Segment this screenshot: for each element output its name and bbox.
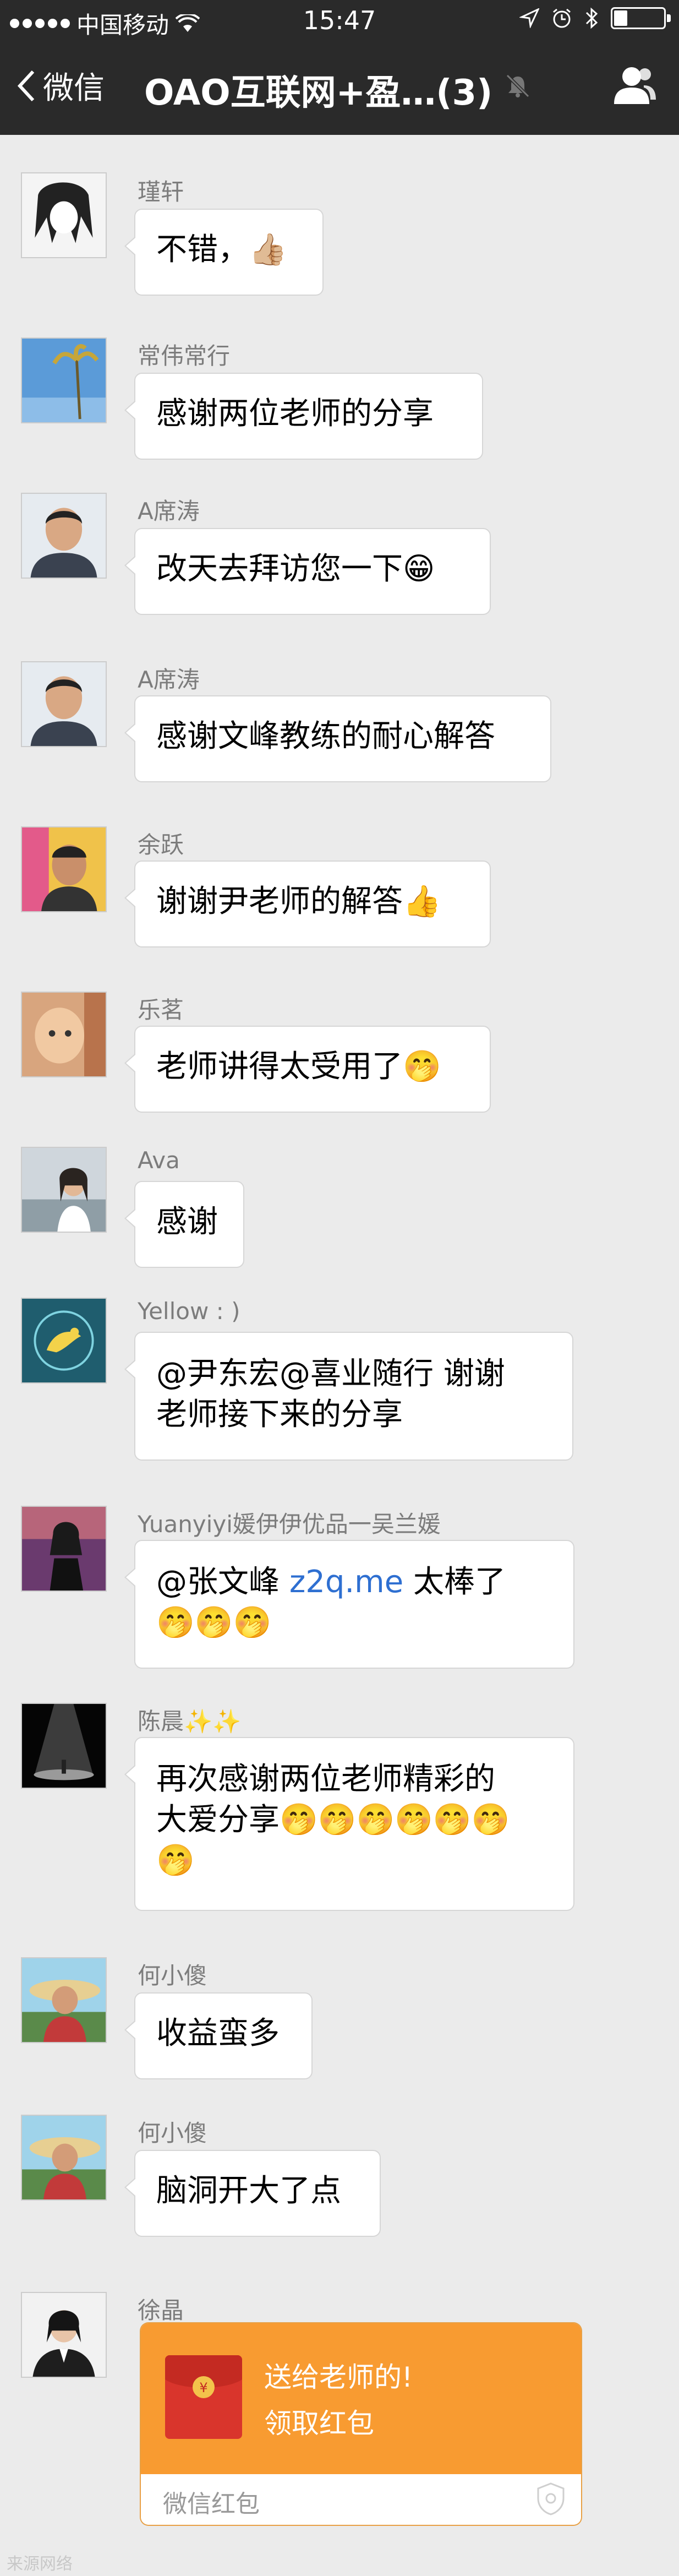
- status-bar: 中国移动 15:47: [0, 0, 679, 41]
- sender-name: 乐茗: [138, 996, 184, 1023]
- message-line: 🤭: [156, 1843, 195, 1878]
- sender-name: 陈晨✨✨: [138, 1708, 242, 1735]
- group-info-button[interactable]: [611, 63, 657, 106]
- red-packet-body[interactable]: ¥ 送给老师的! 领取红包: [141, 2323, 581, 2474]
- mention[interactable]: @张文峰: [156, 1564, 289, 1600]
- avatar[interactable]: [21, 826, 107, 912]
- message-text: 太棒了: [403, 1564, 506, 1600]
- sender-name: A席涛: [138, 498, 200, 525]
- avatar[interactable]: [21, 1957, 107, 2043]
- chevron-left-icon: [17, 70, 35, 101]
- message-bubble[interactable]: 感谢: [124, 1181, 244, 1268]
- message-bubble[interactable]: 感谢文峰教练的耐心解答: [124, 695, 551, 782]
- message-line: @尹东宏@喜业随行 谢谢: [156, 1356, 505, 1392]
- message-bubble[interactable]: 收益蛮多: [124, 1992, 313, 2079]
- red-packet-action: 领取红包: [264, 2408, 374, 2439]
- sender-name: 常伟常行: [138, 342, 231, 369]
- sender-name: A席涛: [138, 666, 200, 693]
- message-line: @张文峰 z2q.me 太棒了: [156, 1562, 552, 1603]
- shield-icon: [537, 2482, 565, 2515]
- sender-name: 何小傻: [138, 2120, 207, 2147]
- mute-bell-icon: [506, 74, 530, 98]
- red-packet-footer: 微信红包: [141, 2474, 581, 2525]
- avatar[interactable]: [21, 661, 107, 747]
- red-packet-card[interactable]: ¥ 送给老师的! 领取红包 微信红包: [141, 2323, 581, 2525]
- message-bubble[interactable]: 感谢两位老师的分享: [124, 373, 483, 460]
- message-line: 再次感谢两位老师精彩的: [156, 1761, 495, 1797]
- message-bubble[interactable]: 改天去拜访您一下😁: [124, 528, 491, 615]
- message-bubble[interactable]: 老师讲得太受用了🤭: [124, 1026, 491, 1113]
- chat-title: OAO互联网+盈…(3): [144, 73, 493, 113]
- avatar[interactable]: [21, 1298, 107, 1384]
- message-bubble[interactable]: @尹东宏@喜业随行 谢谢 老师接下来的分享: [124, 1332, 573, 1461]
- sender-name: 余跃: [138, 831, 184, 858]
- avatar[interactable]: [21, 992, 107, 1077]
- avatar[interactable]: [21, 1147, 107, 1233]
- avatar[interactable]: [21, 337, 107, 423]
- message-line: 大爱分享🤭🤭🤭🤭🤭🤭: [156, 1802, 510, 1838]
- sender-name: Yellow : ): [138, 1298, 240, 1325]
- red-envelope-icon: ¥: [165, 2355, 242, 2439]
- avatar[interactable]: [21, 172, 107, 258]
- red-packet-title: 送给老师的!: [264, 2361, 413, 2393]
- avatar[interactable]: [21, 493, 107, 579]
- red-packet-footer-label: 微信红包: [163, 2490, 260, 2518]
- alarm-clock-icon: [553, 8, 571, 28]
- back-button[interactable]: 微信: [17, 63, 105, 108]
- message-line: 🤭🤭🤭: [156, 1605, 272, 1641]
- bluetooth-icon: [585, 7, 598, 29]
- message-line: 老师接下来的分享: [156, 1397, 403, 1433]
- avatar[interactable]: [21, 1506, 107, 1592]
- sender-name: 瑾轩: [138, 178, 184, 205]
- svg-text:¥: ¥: [199, 2380, 207, 2395]
- sender-name: 徐晶: [138, 2297, 184, 2324]
- message-bubble[interactable]: 脑洞开大了点: [124, 2150, 381, 2237]
- location-arrow-icon: [519, 8, 539, 28]
- chat-message-list[interactable]: 瑾轩 不错，👍🏼 常伟常行 感谢两位老师的分享 A席涛 改天去拜访您一下😁 A席…: [0, 135, 679, 2576]
- avatar[interactable]: [21, 2292, 107, 2378]
- sender-name: Yuanyiyi媛伊伊优品一吴兰媛: [138, 1511, 441, 1538]
- message-bubble[interactable]: 再次感谢两位老师精彩的 大爱分享🤭🤭🤭🤭🤭🤭 🤭: [124, 1737, 574, 1911]
- back-label: 微信: [43, 70, 105, 106]
- message-bubble[interactable]: 不错，👍🏼: [124, 209, 324, 296]
- avatar[interactable]: [21, 1703, 107, 1789]
- message-bubble[interactable]: @张文峰 z2q.me 太棒了 🤭🤭🤭: [124, 1540, 574, 1669]
- battery-icon: [611, 7, 671, 29]
- sender-name: Ava: [138, 1147, 180, 1174]
- watermark: 来源网络: [7, 2555, 73, 2574]
- message-bubble[interactable]: 谢谢尹老师的解答👍: [124, 861, 491, 947]
- avatar[interactable]: [21, 2115, 107, 2201]
- message-link[interactable]: z2q.me: [289, 1564, 403, 1600]
- navigation-bar: 微信 OAO互联网+盈…(3): [0, 41, 679, 135]
- sender-name: 何小傻: [138, 1962, 207, 1989]
